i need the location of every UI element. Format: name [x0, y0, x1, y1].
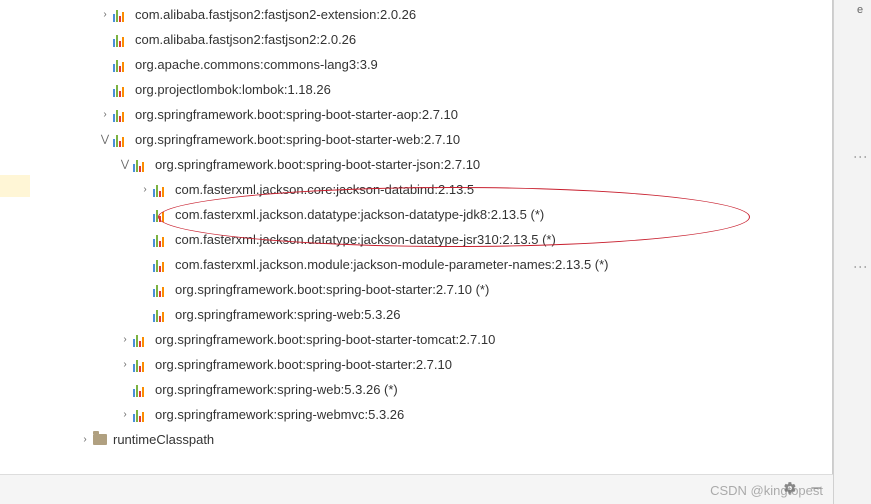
tree-item-label: com.fasterxml.jackson.datatype:jackson-d…	[175, 232, 556, 247]
library-icon	[153, 233, 169, 247]
library-icon	[113, 108, 129, 122]
tree-item-label: com.fasterxml.jackson.core:jackson-datab…	[175, 182, 474, 197]
library-icon	[153, 258, 169, 272]
library-icon	[153, 183, 169, 197]
tree-item-label: com.fasterxml.jackson.datatype:jackson-d…	[175, 207, 544, 222]
dependency-tree[interactable]: › com.alibaba.fastjson2:fastjson2-extensi…	[0, 0, 832, 452]
tree-item-label: runtimeClasspath	[113, 432, 214, 447]
dependency-tree-panel: › com.alibaba.fastjson2:fastjson2-extensi…	[0, 0, 833, 504]
tree-item-label: org.springframework.boot:spring-boot-sta…	[135, 107, 458, 122]
tree-item-label: org.apache.commons:commons-lang3:3.9	[135, 57, 378, 72]
side-tab-label[interactable]: e	[849, 0, 871, 16]
tree-row[interactable]: › org.springframework.boot:spring-boot-st…	[2, 102, 832, 127]
chevron-right-icon[interactable]: ›	[137, 184, 153, 195]
library-icon	[133, 358, 149, 372]
minimize-icon[interactable]	[809, 481, 823, 498]
tree-item-label: org.springframework:spring-web:5.3.26	[175, 307, 400, 322]
tree-row[interactable]: ›org.apache.commons:commons-lang3:3.9	[2, 52, 832, 77]
chevron-down-icon[interactable]: ⋁	[117, 159, 133, 170]
library-icon	[113, 8, 129, 22]
tree-row[interactable]: › com.alibaba.fastjson2:fastjson2-extensi…	[2, 2, 832, 27]
library-icon	[113, 133, 129, 147]
tree-item-label: org.springframework.boot:spring-boot-sta…	[155, 357, 452, 372]
tree-row[interactable]: ›com.fasterxml.jackson.module:jackson-mo…	[2, 252, 832, 277]
tree-item-label: org.springframework.boot:spring-boot-sta…	[135, 132, 460, 147]
library-icon	[133, 333, 149, 347]
tree-item-label: org.projectlombok:lombok:1.18.26	[135, 82, 331, 97]
library-icon	[113, 58, 129, 72]
tree-row[interactable]: › com.fasterxml.jackson.core:jackson-data…	[2, 177, 832, 202]
library-icon	[113, 83, 129, 97]
chevron-right-icon[interactable]: ›	[117, 409, 133, 420]
chevron-right-icon[interactable]: ›	[117, 334, 133, 345]
chevron-right-icon[interactable]: ›	[97, 9, 113, 20]
tree-row[interactable]: › org.springframework.boot:spring-boot-st…	[2, 327, 832, 352]
tree-row[interactable]: ›com.fasterxml.jackson.datatype:jackson-…	[2, 202, 832, 227]
tree-item-label: com.alibaba.fastjson2:fastjson2-extensio…	[135, 7, 416, 22]
tree-item-label: org.springframework.boot:spring-boot-sta…	[155, 332, 495, 347]
tree-row[interactable]: ›org.projectlombok:lombok:1.18.26	[2, 77, 832, 102]
side-marker-icon: ⋮	[853, 150, 869, 164]
tree-row[interactable]: ›org.springframework:spring-web:5.3.26	[2, 302, 832, 327]
side-marker-icon: ⋮	[853, 260, 869, 274]
tree-row[interactable]: ›com.alibaba.fastjson2:fastjson2:2.0.26	[2, 27, 832, 52]
folder-icon	[93, 434, 107, 445]
tree-row[interactable]: ›org.springframework.boot:spring-boot-st…	[2, 277, 832, 302]
library-icon	[133, 383, 149, 397]
tree-item-label: com.alibaba.fastjson2:fastjson2:2.0.26	[135, 32, 356, 47]
tree-row[interactable]: › org.springframework.boot:spring-boot-st…	[2, 352, 832, 377]
tree-row[interactable]: › org.springframework:spring-webmvc:5.3.2…	[2, 402, 832, 427]
tree-item-label: org.springframework:spring-webmvc:5.3.26	[155, 407, 404, 422]
chevron-down-icon[interactable]: ⋁	[97, 134, 113, 145]
library-icon	[153, 308, 169, 322]
library-icon	[113, 33, 129, 47]
tree-item-label: com.fasterxml.jackson.module:jackson-mod…	[175, 257, 609, 272]
library-icon	[153, 283, 169, 297]
chevron-right-icon[interactable]: ›	[117, 359, 133, 370]
chevron-right-icon[interactable]: ›	[97, 109, 113, 120]
toolbar-bottom	[0, 474, 833, 504]
tree-item-label: org.springframework.boot:spring-boot-sta…	[155, 157, 480, 172]
tree-row[interactable]: ›com.fasterxml.jackson.datatype:jackson-…	[2, 227, 832, 252]
library-icon	[133, 408, 149, 422]
tree-row[interactable]: ⋁ org.springframework.boot:spring-boot-st…	[2, 152, 832, 177]
tree-row[interactable]: › runtimeClasspath	[2, 427, 832, 452]
tree-row[interactable]: ›org.springframework:spring-web:5.3.26 (…	[2, 377, 832, 402]
right-tool-strip[interactable]: e ⋮ ⋮	[833, 0, 871, 504]
library-icon	[153, 208, 169, 222]
library-icon	[133, 158, 149, 172]
tree-item-label: org.springframework.boot:spring-boot-sta…	[175, 282, 489, 297]
tree-row[interactable]: ⋁ org.springframework.boot:spring-boot-st…	[2, 127, 832, 152]
chevron-right-icon[interactable]: ›	[77, 434, 93, 445]
tree-item-label: org.springframework:spring-web:5.3.26 (*…	[155, 382, 398, 397]
gear-icon[interactable]	[783, 481, 797, 498]
